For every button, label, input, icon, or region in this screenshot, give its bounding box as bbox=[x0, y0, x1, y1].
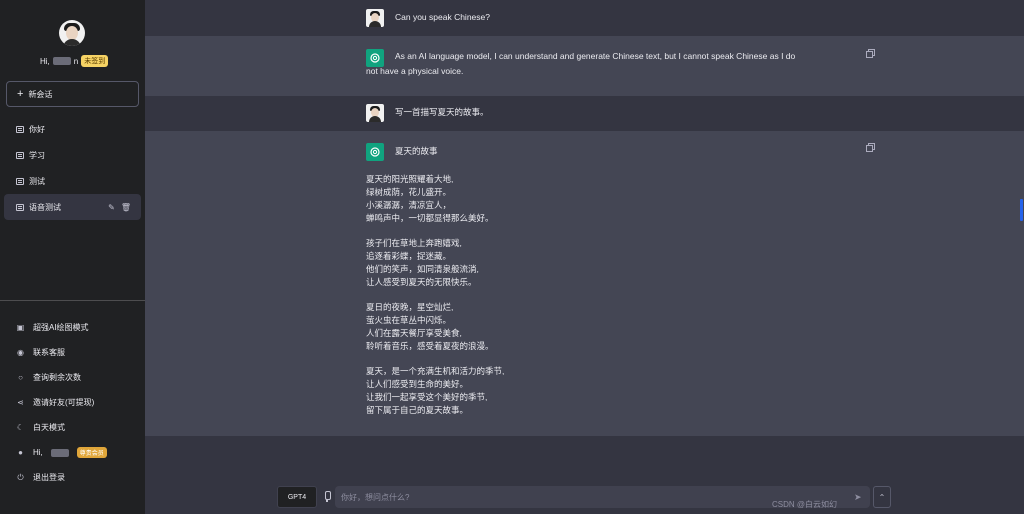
chat-bubble-icon: ◉ bbox=[17, 348, 24, 357]
message-row-ai: As an AI language model, I can understan… bbox=[145, 36, 1024, 96]
power-icon: ⏻ bbox=[17, 472, 24, 482]
menu-label: Hi, bbox=[33, 448, 43, 457]
message-row-ai: 夏天的故事 夏天的阳光照耀着大地, 绿树成荫，花儿盛开。 小溪潺潺，清凉宜人， … bbox=[145, 131, 1024, 436]
chat-icon bbox=[16, 203, 24, 211]
menu-item-invite[interactable]: ⋖ 邀请好友(可提现) bbox=[0, 390, 145, 415]
moon-icon: ☾ bbox=[16, 423, 25, 432]
conversation-label: 测试 bbox=[29, 176, 45, 186]
menu-label: 查询剩余次数 bbox=[33, 373, 81, 382]
conversation-item[interactable]: 测试 bbox=[4, 168, 141, 194]
poem-stanza: 夏天，是一个充满生机和活力的季节, 让人们感受到生命的美好。 让我们一起享受这个… bbox=[366, 365, 504, 417]
menu-item-query-usage[interactable]: ○ 查询剩余次数 bbox=[0, 365, 145, 390]
poem-stanza: 夏天的阳光照耀着大地, 绿树成荫，花儿盛开。 小溪潺潺，清凉宜人， 蝉鸣声中，一… bbox=[366, 173, 504, 225]
poem-line: 聆听着音乐，感受着夏夜的浪漫。 bbox=[366, 341, 494, 351]
menu-item-ai-drawing[interactable]: ▣ 超强AI绘图模式 bbox=[0, 315, 145, 340]
vip-badge: 尊贵会员 bbox=[76, 447, 107, 458]
edit-icon[interactable]: ✎ bbox=[108, 203, 115, 212]
scroll-up-button[interactable]: ⌃ bbox=[873, 486, 891, 508]
sidebar: Hi, n 未签到 + 新会话 你好 学习 测试 语音测试 ✎ 🗑 ▣ 超强AI… bbox=[0, 0, 145, 514]
share-icon: ⋖ bbox=[17, 398, 24, 407]
poem-stanza: 夏日的夜晚，星空灿烂, 萤火虫在草丛中闪烁。 人们在露天餐厅享受美食, 聆听着音… bbox=[366, 301, 504, 353]
checkin-badge[interactable]: 未签到 bbox=[81, 55, 109, 67]
message-text: As an AI language model, I can understan… bbox=[366, 49, 806, 79]
scrollbar-thumb[interactable] bbox=[1020, 199, 1023, 221]
image-icon: ▣ bbox=[16, 323, 25, 332]
menu-label: 白天模式 bbox=[33, 423, 65, 432]
watermark: CSDN @白云如幻 bbox=[772, 500, 838, 509]
conversation-item-active[interactable]: 语音测试 ✎ 🗑 bbox=[4, 194, 141, 220]
poem-line: 孩子们在草地上奔跑嬉戏, bbox=[366, 238, 462, 248]
conversation-label: 语音测试 bbox=[29, 202, 61, 212]
menu-item-user[interactable]: ● Hi, 尊贵会员 bbox=[0, 440, 145, 465]
conversation-item[interactable]: 学习 bbox=[4, 142, 141, 168]
menu-label: 超强AI绘图模式 bbox=[33, 323, 89, 332]
model-select-button[interactable]: GPT4 bbox=[277, 486, 317, 508]
poem-title: 夏天的故事 bbox=[395, 146, 438, 156]
menu-label: 联系客服 bbox=[33, 348, 65, 357]
profile-header: Hi, n 未签到 bbox=[0, 0, 145, 75]
microphone-icon[interactable] bbox=[323, 491, 331, 502]
send-icon[interactable]: ➤ bbox=[854, 492, 862, 503]
conversation-item[interactable]: 你好 bbox=[4, 116, 141, 142]
user-avatar bbox=[366, 9, 384, 27]
message-text: 写一首描写夏天的故事。 bbox=[395, 107, 489, 117]
poem-line: 蝉鸣声中，一切都显得那么美好。 bbox=[366, 213, 494, 223]
poem-line: 夏天的阳光照耀着大地, bbox=[366, 174, 454, 184]
poem-line: 夏天，是一个充满生机和活力的季节, bbox=[366, 366, 505, 376]
chat-icon bbox=[16, 177, 24, 185]
profile-name-suffix: n bbox=[73, 56, 79, 66]
poem-line: 让人感受到夏天的无限快乐。 bbox=[366, 277, 477, 287]
message-text: Can you speak Chinese? bbox=[395, 12, 490, 22]
user-icon: ● bbox=[18, 448, 23, 457]
copy-icon[interactable] bbox=[866, 143, 875, 152]
chat-icon bbox=[16, 151, 24, 159]
new-chat-button[interactable]: + 新会话 bbox=[6, 81, 139, 107]
menu-label: 退出登录 bbox=[33, 473, 65, 482]
conversation-label: 学习 bbox=[29, 150, 45, 160]
conversation-list: 你好 学习 测试 语音测试 ✎ 🗑 bbox=[4, 116, 141, 220]
new-chat-label: 新会话 bbox=[28, 89, 53, 99]
chat-icon bbox=[16, 125, 24, 133]
menu-item-support[interactable]: ◉ 联系客服 bbox=[0, 340, 145, 365]
poem-body: 夏天的阳光照耀着大地, 绿树成荫，花儿盛开。 小溪潺潺，清凉宜人， 蝉鸣声中，一… bbox=[366, 173, 504, 429]
profile-avatar[interactable] bbox=[59, 20, 85, 46]
poem-line: 萤火虫在草丛中闪烁。 bbox=[366, 315, 452, 325]
sidebar-bottom-menu: ▣ 超强AI绘图模式 ◉ 联系客服 ○ 查询剩余次数 ⋖ 邀请好友(可提现) ☾… bbox=[0, 300, 145, 490]
plus-icon: + bbox=[17, 87, 24, 100]
search-icon: ○ bbox=[18, 373, 23, 382]
trash-icon[interactable]: 🗑 bbox=[121, 203, 131, 212]
profile-line: Hi, n 未签到 bbox=[40, 55, 109, 67]
menu-item-logout[interactable]: ⏻ 退出登录 bbox=[0, 465, 145, 490]
poem-stanza: 孩子们在草地上奔跑嬉戏, 追逐着彩蝶，捉迷藏。 他们的笑声，如同清泉般流淌, 让… bbox=[366, 237, 504, 289]
blurred-username bbox=[52, 57, 71, 65]
poem-line: 追逐着彩蝶，捉迷藏。 bbox=[366, 251, 452, 261]
poem-line: 留下属于自己的夏天故事。 bbox=[366, 405, 469, 415]
menu-label: 邀请好友(可提现) bbox=[33, 398, 95, 407]
chat-main: Can you speak Chinese? As an AI language… bbox=[145, 0, 1024, 514]
poem-line: 让人们感受到生命的美好。 bbox=[366, 379, 469, 389]
poem-line: 人们在露天餐厅享受美食, bbox=[366, 328, 462, 338]
message-row-user: Can you speak Chinese? bbox=[145, 0, 1024, 36]
message-row-user: 写一首描写夏天的故事。 bbox=[145, 96, 1024, 131]
poem-line: 让我们一起享受这个美好的季节, bbox=[366, 392, 488, 402]
copy-icon[interactable] bbox=[866, 49, 875, 58]
menu-item-day-mode[interactable]: ☾ 白天模式 bbox=[0, 415, 145, 440]
profile-name: Hi, bbox=[40, 56, 50, 66]
poem-line: 他们的笑声，如同清泉般流淌, bbox=[366, 264, 479, 274]
poem-line: 夏日的夜晚，星空灿烂, bbox=[366, 302, 454, 312]
poem-line: 绿树成荫，花儿盛开。 bbox=[366, 187, 452, 197]
blurred-username bbox=[50, 448, 69, 457]
openai-logo-icon bbox=[366, 143, 384, 161]
user-avatar bbox=[366, 104, 384, 122]
conversation-label: 你好 bbox=[29, 124, 45, 134]
message-text-body: As an AI language model, I can understan… bbox=[366, 51, 796, 76]
poem-line: 小溪潺潺，清凉宜人， bbox=[366, 200, 452, 210]
